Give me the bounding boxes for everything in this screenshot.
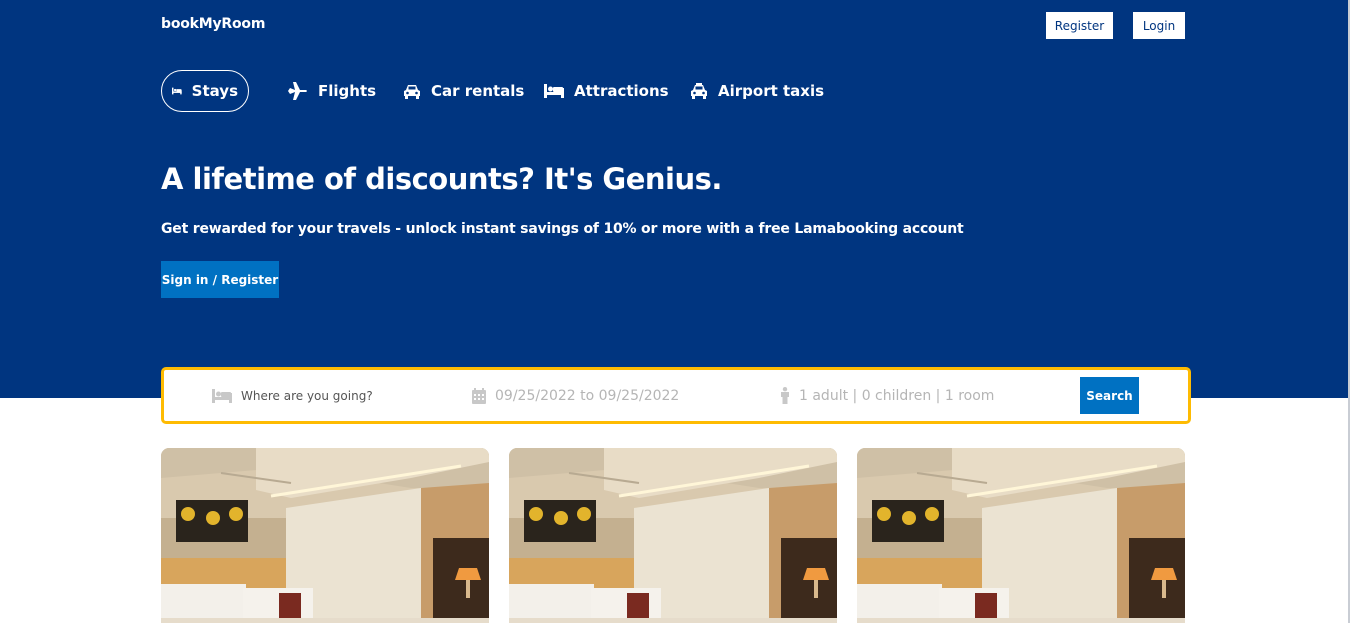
hotel-room-image xyxy=(161,448,489,623)
search-bar: 09/25/2022 to 09/25/2022 1 adult | 0 chi… xyxy=(161,367,1191,424)
nav-item-label: Car rentals xyxy=(431,82,525,100)
nav-item-attractions[interactable]: Attractions xyxy=(544,70,669,112)
nav-item-car-rentals[interactable]: Car rentals xyxy=(403,70,524,112)
guests-group[interactable]: 1 adult | 0 children | 1 room xyxy=(780,370,994,421)
bed-icon xyxy=(544,84,564,98)
nav-item-label: Airport taxis xyxy=(718,82,825,100)
person-icon xyxy=(781,387,789,404)
hero-banner: bookMyRoom Register Login Stays Flights xyxy=(0,0,1350,398)
hero-title: A lifetime of discounts? It's Genius. xyxy=(161,162,722,196)
property-card[interactable] xyxy=(161,448,489,623)
guests-text[interactable]: 1 adult | 0 children | 1 room xyxy=(799,388,994,404)
destination-input[interactable] xyxy=(241,388,441,403)
nav-item-stays[interactable]: Stays xyxy=(161,70,249,112)
login-button[interactable]: Login xyxy=(1133,12,1185,39)
site-logo[interactable]: bookMyRoom xyxy=(161,16,265,32)
bed-icon xyxy=(212,388,232,403)
nav-item-airport-taxis[interactable]: Airport taxis xyxy=(690,70,824,112)
register-button[interactable]: Register xyxy=(1046,12,1113,39)
nav-item-label: Flights xyxy=(318,82,377,100)
hero-description: Get rewarded for your travels - unlock i… xyxy=(161,221,964,237)
nav-item-label: Attractions xyxy=(574,82,669,100)
plane-icon xyxy=(288,82,307,100)
date-group[interactable]: 09/25/2022 to 09/25/2022 xyxy=(472,370,679,421)
hotel-room-image xyxy=(857,448,1185,623)
property-card[interactable] xyxy=(857,448,1185,623)
hotel-room-image xyxy=(509,448,837,623)
search-button[interactable]: Search xyxy=(1080,377,1139,414)
calendar-icon xyxy=(472,387,486,404)
destination-group xyxy=(212,370,441,421)
date-range-text[interactable]: 09/25/2022 to 09/25/2022 xyxy=(495,388,679,404)
property-card[interactable] xyxy=(509,448,837,623)
bed-icon xyxy=(172,87,182,95)
taxi-icon xyxy=(691,83,707,99)
nav-item-label: Stays xyxy=(191,82,238,100)
sign-in-register-button[interactable]: Sign in / Register xyxy=(161,261,279,298)
nav-item-flights[interactable]: Flights xyxy=(288,70,376,112)
car-icon xyxy=(404,84,420,99)
